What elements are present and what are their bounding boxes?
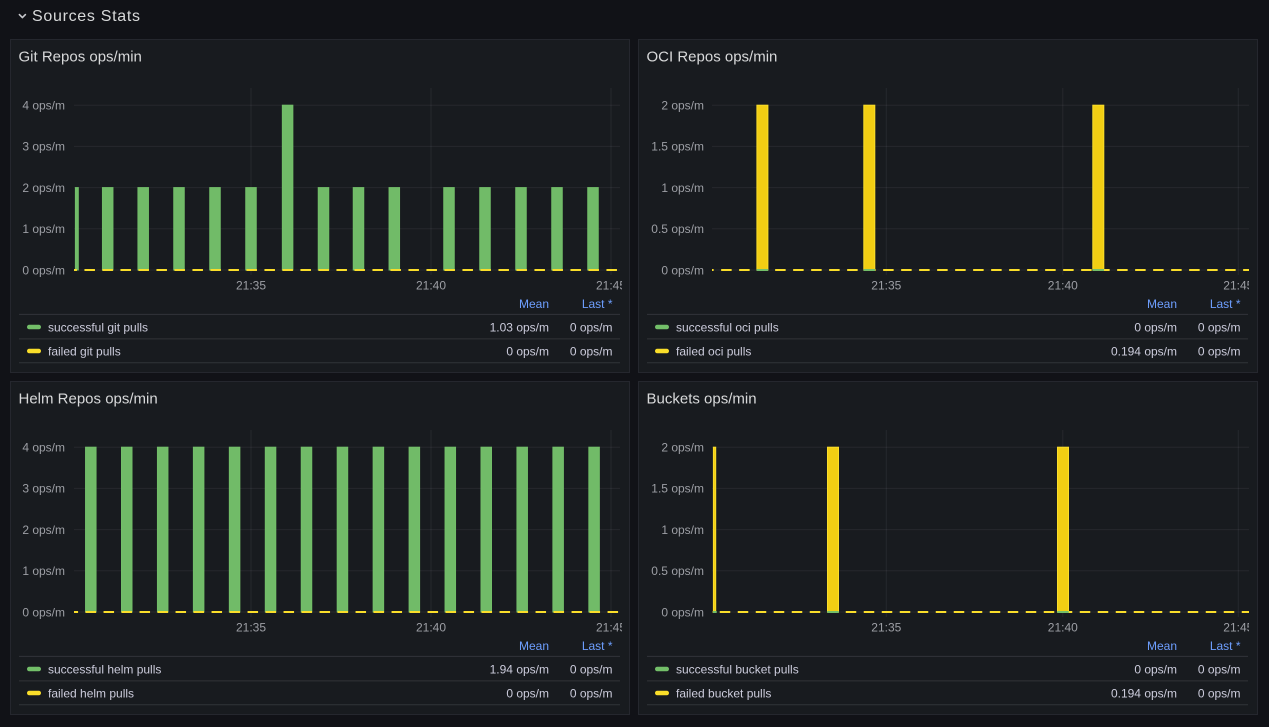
svg-text:1.03 ops/m: 1.03 ops/m bbox=[490, 320, 549, 334]
svg-text:1 ops/m: 1 ops/m bbox=[22, 222, 65, 236]
svg-text:successful git pulls: successful git pulls bbox=[48, 320, 148, 334]
svg-text:Last *: Last * bbox=[1210, 639, 1241, 653]
svg-text:21:45: 21:45 bbox=[596, 279, 626, 293]
svg-text:2 ops/m: 2 ops/m bbox=[661, 441, 704, 455]
svg-text:Mean: Mean bbox=[1147, 639, 1177, 653]
svg-text:21:35: 21:35 bbox=[236, 621, 266, 635]
svg-text:21:35: 21:35 bbox=[236, 279, 266, 293]
svg-text:1.5 ops/m: 1.5 ops/m bbox=[651, 140, 704, 154]
svg-text:failed git pulls: failed git pulls bbox=[48, 344, 121, 358]
svg-text:1 ops/m: 1 ops/m bbox=[661, 181, 704, 195]
svg-text:Last *: Last * bbox=[1210, 297, 1241, 311]
svg-text:0 ops/m: 0 ops/m bbox=[570, 320, 613, 334]
svg-text:1 ops/m: 1 ops/m bbox=[22, 564, 65, 578]
svg-text:21:40: 21:40 bbox=[1048, 621, 1078, 635]
svg-text:Mean: Mean bbox=[519, 297, 549, 311]
svg-text:2 ops/m: 2 ops/m bbox=[22, 523, 65, 537]
svg-text:Last *: Last * bbox=[582, 297, 613, 311]
svg-text:Buckets ops/min: Buckets ops/min bbox=[647, 390, 757, 407]
svg-text:1.5 ops/m: 1.5 ops/m bbox=[651, 482, 704, 496]
svg-text:21:40: 21:40 bbox=[1048, 279, 1078, 293]
svg-text:Git Repos ops/min: Git Repos ops/min bbox=[19, 48, 142, 65]
svg-text:0.194 ops/m: 0.194 ops/m bbox=[1111, 686, 1177, 700]
svg-text:0 ops/m: 0 ops/m bbox=[22, 605, 65, 619]
svg-text:successful bucket pulls: successful bucket pulls bbox=[676, 662, 799, 676]
svg-text:0.194 ops/m: 0.194 ops/m bbox=[1111, 344, 1177, 358]
svg-text:Last *: Last * bbox=[582, 639, 613, 653]
svg-text:failed helm pulls: failed helm pulls bbox=[48, 686, 134, 700]
svg-text:0 ops/m: 0 ops/m bbox=[1198, 662, 1241, 676]
svg-text:4 ops/m: 4 ops/m bbox=[22, 99, 65, 113]
svg-text:0 ops/m: 0 ops/m bbox=[1198, 686, 1241, 700]
svg-text:0.5 ops/m: 0.5 ops/m bbox=[651, 564, 704, 578]
svg-text:0 ops/m: 0 ops/m bbox=[1134, 320, 1177, 334]
svg-text:4 ops/m: 4 ops/m bbox=[22, 441, 65, 455]
svg-text:3 ops/m: 3 ops/m bbox=[22, 140, 65, 154]
svg-text:0 ops/m: 0 ops/m bbox=[1198, 320, 1241, 334]
svg-text:0 ops/m: 0 ops/m bbox=[1134, 662, 1177, 676]
svg-text:2 ops/m: 2 ops/m bbox=[22, 181, 65, 195]
svg-text:21:40: 21:40 bbox=[416, 621, 446, 635]
svg-text:0 ops/m: 0 ops/m bbox=[570, 344, 613, 358]
svg-text:2 ops/m: 2 ops/m bbox=[661, 99, 704, 113]
svg-text:21:40: 21:40 bbox=[416, 279, 446, 293]
svg-text:21:45: 21:45 bbox=[1223, 621, 1253, 635]
svg-text:3 ops/m: 3 ops/m bbox=[22, 482, 65, 496]
svg-text:0.5 ops/m: 0.5 ops/m bbox=[651, 222, 704, 236]
svg-text:21:45: 21:45 bbox=[1223, 279, 1253, 293]
svg-text:Sources Stats: Sources Stats bbox=[32, 8, 141, 25]
svg-text:21:35: 21:35 bbox=[871, 621, 901, 635]
svg-text:0 ops/m: 0 ops/m bbox=[570, 686, 613, 700]
svg-text:0 ops/m: 0 ops/m bbox=[22, 263, 65, 277]
svg-text:Mean: Mean bbox=[519, 639, 549, 653]
svg-text:0 ops/m: 0 ops/m bbox=[570, 662, 613, 676]
svg-text:21:35: 21:35 bbox=[871, 279, 901, 293]
svg-text:Mean: Mean bbox=[1147, 297, 1177, 311]
svg-text:successful oci pulls: successful oci pulls bbox=[676, 320, 779, 334]
svg-text:0 ops/m: 0 ops/m bbox=[506, 686, 549, 700]
svg-text:21:45: 21:45 bbox=[596, 621, 626, 635]
svg-text:0 ops/m: 0 ops/m bbox=[506, 344, 549, 358]
svg-text:1.94 ops/m: 1.94 ops/m bbox=[490, 662, 549, 676]
svg-text:failed bucket pulls: failed bucket pulls bbox=[676, 686, 771, 700]
svg-text:1 ops/m: 1 ops/m bbox=[661, 523, 704, 537]
svg-text:0 ops/m: 0 ops/m bbox=[661, 605, 704, 619]
svg-text:failed oci pulls: failed oci pulls bbox=[676, 344, 751, 358]
svg-text:0 ops/m: 0 ops/m bbox=[1198, 344, 1241, 358]
svg-text:0 ops/m: 0 ops/m bbox=[661, 263, 704, 277]
svg-text:OCI Repos ops/min: OCI Repos ops/min bbox=[647, 48, 778, 65]
svg-text:successful helm pulls: successful helm pulls bbox=[48, 662, 161, 676]
svg-text:Helm Repos ops/min: Helm Repos ops/min bbox=[19, 390, 158, 407]
